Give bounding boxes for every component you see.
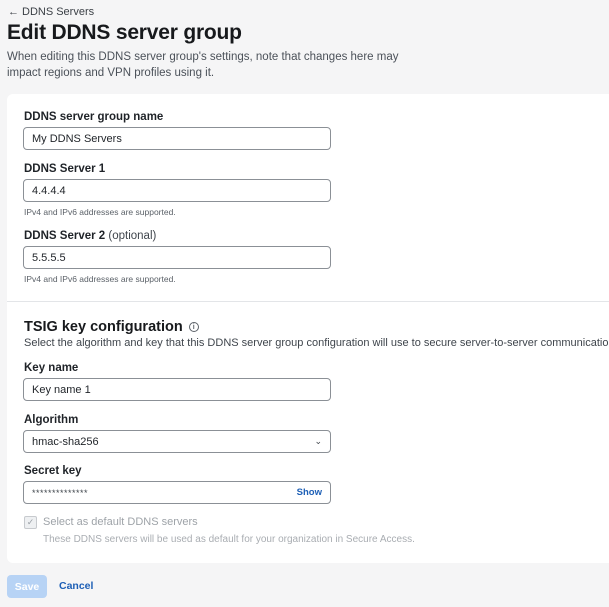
server2-label-text: DDNS Server 2 — [24, 230, 106, 242]
server2-value: 5.5.5.5 — [32, 251, 66, 264]
show-secret-button[interactable]: Show — [297, 487, 322, 498]
secret-key-input[interactable]: ************** Show — [23, 481, 331, 504]
algorithm-value: hmac-sha256 — [32, 435, 99, 448]
cancel-button[interactable]: Cancel — [59, 580, 93, 592]
server2-label: DDNS Server 2 (optional) — [24, 230, 156, 242]
key-name-input[interactable]: Key name 1 — [23, 378, 331, 401]
key-name-label: Key name — [24, 362, 79, 374]
tsig-section-title: TSIG key configuration i — [24, 319, 199, 335]
server1-helper: IPv4 and IPv6 addresses are supported. — [24, 207, 176, 217]
form-card: DDNS server group name My DDNS Servers D… — [7, 94, 609, 563]
tsig-title-text: TSIG key configuration — [24, 319, 183, 335]
section-divider — [7, 301, 609, 302]
checkmark-icon: ✓ — [26, 517, 35, 527]
server1-label: DDNS Server 1 — [24, 163, 106, 175]
chevron-down-icon: ⌄ — [314, 436, 322, 446]
server2-input[interactable]: 5.5.5.5 — [23, 246, 331, 269]
algorithm-label: Algorithm — [24, 414, 79, 426]
page-title: Edit DDNS server group — [7, 21, 242, 44]
group-name-value: My DDNS Servers — [32, 132, 122, 145]
algorithm-select[interactable]: hmac-sha256 ⌄ — [23, 430, 331, 453]
info-icon[interactable]: i — [188, 322, 199, 332]
group-name-input[interactable]: My DDNS Servers — [23, 127, 331, 150]
key-name-value: Key name 1 — [32, 383, 91, 396]
secret-key-masked-value: ************** — [32, 487, 89, 498]
back-link-label: DDNS Servers — [22, 6, 95, 18]
page-description: When editing this DDNS server group's se… — [7, 51, 399, 79]
server1-value: 4.4.4.4 — [32, 184, 66, 197]
tsig-description: Select the algorithm and key that this D… — [24, 337, 609, 349]
arrow-left-icon: ← — [8, 5, 19, 18]
back-link-ddns-servers[interactable]: ← DDNS Servers — [8, 6, 94, 18]
server1-input[interactable]: 4.4.4.4 — [23, 179, 331, 202]
server2-helper: IPv4 and IPv6 addresses are supported. — [24, 274, 176, 284]
secret-key-label: Secret key — [24, 465, 82, 477]
save-button[interactable]: Save — [7, 575, 47, 598]
default-servers-checkbox[interactable]: ✓ — [24, 516, 37, 529]
group-name-label: DDNS server group name — [24, 111, 164, 123]
default-servers-label: Select as default DDNS servers — [43, 516, 198, 528]
default-servers-help: These DDNS servers will be used as defau… — [43, 534, 415, 545]
server2-optional-tag: (optional) — [108, 230, 157, 242]
